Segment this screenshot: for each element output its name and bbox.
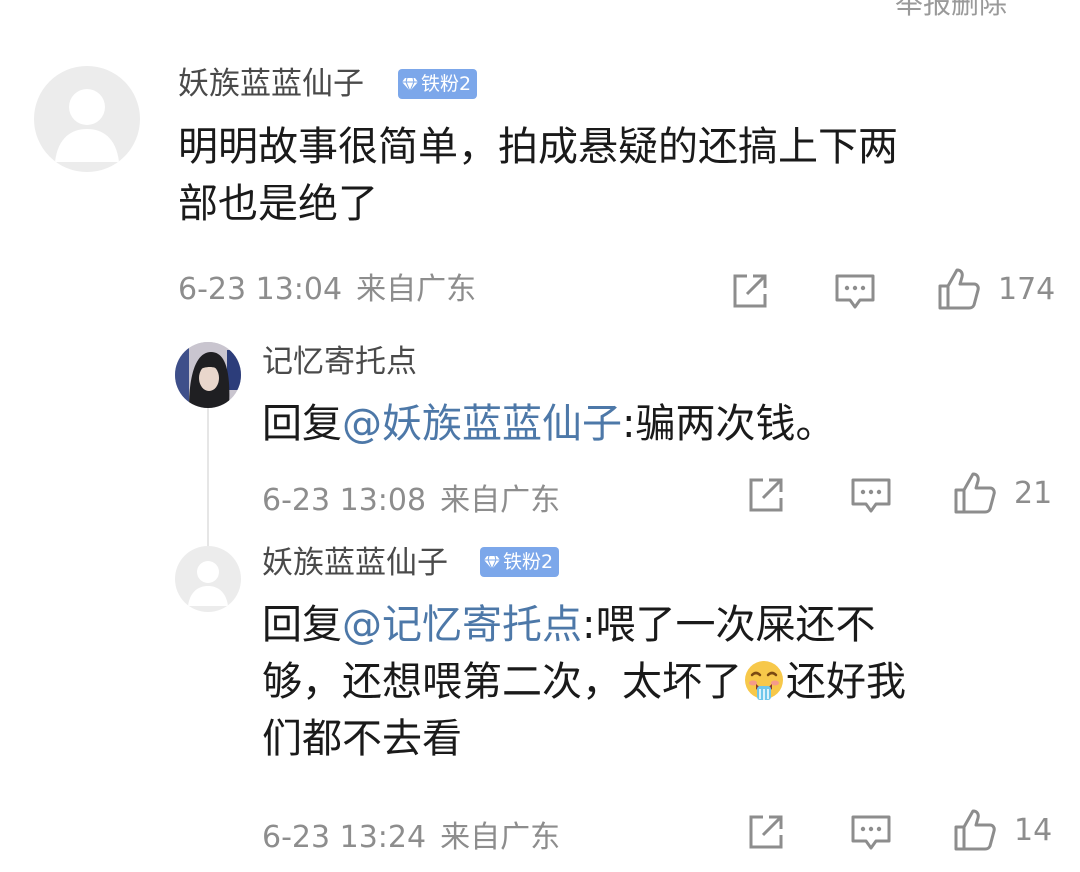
timestamp: 6-23 13:08 bbox=[262, 483, 427, 518]
reply-content: 回复@记忆寄托点:喂了一次屎还不 够，还想喂第二次，太坏了 还好我 们都不去看 bbox=[262, 597, 906, 768]
like-count: 21 bbox=[1014, 476, 1053, 511]
comment-meta: 6-23 13:08 来自广东 bbox=[262, 486, 560, 516]
comment-meta: 6-23 13:04 来自广东 bbox=[178, 275, 476, 305]
mention-link[interactable]: @妖族蓝蓝仙子 bbox=[342, 401, 622, 447]
reply-line: 回复@记忆寄托点:喂了一次屎还不 bbox=[262, 597, 906, 654]
reply-text: :喂了一次屎还不 bbox=[582, 602, 876, 648]
thumbs-up-icon bbox=[938, 268, 980, 310]
fan-badge[interactable]: 铁粉2 bbox=[398, 69, 478, 99]
reply-button[interactable] bbox=[834, 270, 876, 312]
default-avatar-icon bbox=[55, 89, 119, 162]
badge-label: 铁粉2 bbox=[503, 551, 554, 573]
diamond-icon bbox=[484, 555, 500, 570]
username[interactable]: 记忆寄托点 bbox=[262, 347, 417, 378]
share-button[interactable] bbox=[730, 271, 770, 311]
reply-button[interactable] bbox=[850, 811, 892, 853]
location: 来自广东 bbox=[440, 483, 561, 518]
reply-content: 回复@妖族蓝蓝仙子:骗两次钱。 bbox=[262, 396, 835, 453]
timestamp: 6-23 13:24 bbox=[262, 820, 427, 855]
share-button[interactable] bbox=[746, 475, 786, 515]
comment-icon bbox=[851, 478, 891, 513]
like-button[interactable] bbox=[952, 807, 998, 853]
like-button[interactable] bbox=[952, 470, 998, 516]
comment-line: 部也是绝了 bbox=[178, 181, 378, 227]
user-photo-avatar bbox=[175, 342, 241, 408]
avatar[interactable] bbox=[34, 66, 140, 172]
like-button[interactable] bbox=[936, 266, 982, 312]
crying-drooling-emoji bbox=[745, 661, 783, 700]
comment-icon bbox=[851, 815, 891, 850]
reply-prefix: 回复 bbox=[262, 401, 342, 447]
top-cut-text: 举报删除 bbox=[895, 0, 1008, 20]
share-icon bbox=[749, 478, 783, 512]
share-icon bbox=[749, 815, 783, 849]
username[interactable]: 妖族蓝蓝仙子 bbox=[262, 548, 448, 579]
reply-text: 够，还想喂第二次，太坏了 bbox=[262, 659, 742, 705]
mention-link[interactable]: @记忆寄托点 bbox=[342, 602, 582, 648]
like-count: 174 bbox=[998, 272, 1056, 307]
avatar[interactable] bbox=[175, 342, 241, 408]
reply-prefix: 回复 bbox=[262, 602, 342, 648]
comment-line: 明明故事很简单，拍成悬疑的还搞上下两 bbox=[178, 124, 898, 170]
like-count: 14 bbox=[1014, 813, 1053, 848]
share-icon bbox=[733, 274, 767, 308]
badge-label: 铁粉2 bbox=[421, 73, 472, 95]
fan-badge[interactable]: 铁粉2 bbox=[480, 547, 560, 577]
reply-button[interactable] bbox=[850, 474, 892, 516]
reply-text: 还好我 bbox=[786, 659, 906, 705]
location: 来自广东 bbox=[440, 820, 561, 855]
location: 来自广东 bbox=[356, 272, 477, 307]
comment-content: 明明故事很简单，拍成悬疑的还搞上下两 部也是绝了 bbox=[178, 119, 898, 233]
thumbs-up-icon bbox=[954, 472, 996, 514]
thumbs-up-icon bbox=[954, 809, 996, 851]
comment-meta: 6-23 13:24 来自广东 bbox=[262, 823, 560, 853]
username[interactable]: 妖族蓝蓝仙子 bbox=[178, 69, 364, 100]
reply-line: 们都不去看 bbox=[262, 716, 462, 762]
share-button[interactable] bbox=[746, 812, 786, 852]
reply-text: :骗两次钱。 bbox=[622, 401, 836, 447]
diamond-icon bbox=[402, 77, 418, 92]
avatar[interactable] bbox=[175, 546, 241, 612]
thread-line bbox=[207, 408, 209, 548]
reply-line: 够，还想喂第二次，太坏了 还好我 bbox=[262, 654, 906, 711]
default-avatar-icon bbox=[188, 561, 228, 606]
timestamp: 6-23 13:04 bbox=[178, 272, 343, 307]
comment-icon bbox=[835, 274, 875, 309]
